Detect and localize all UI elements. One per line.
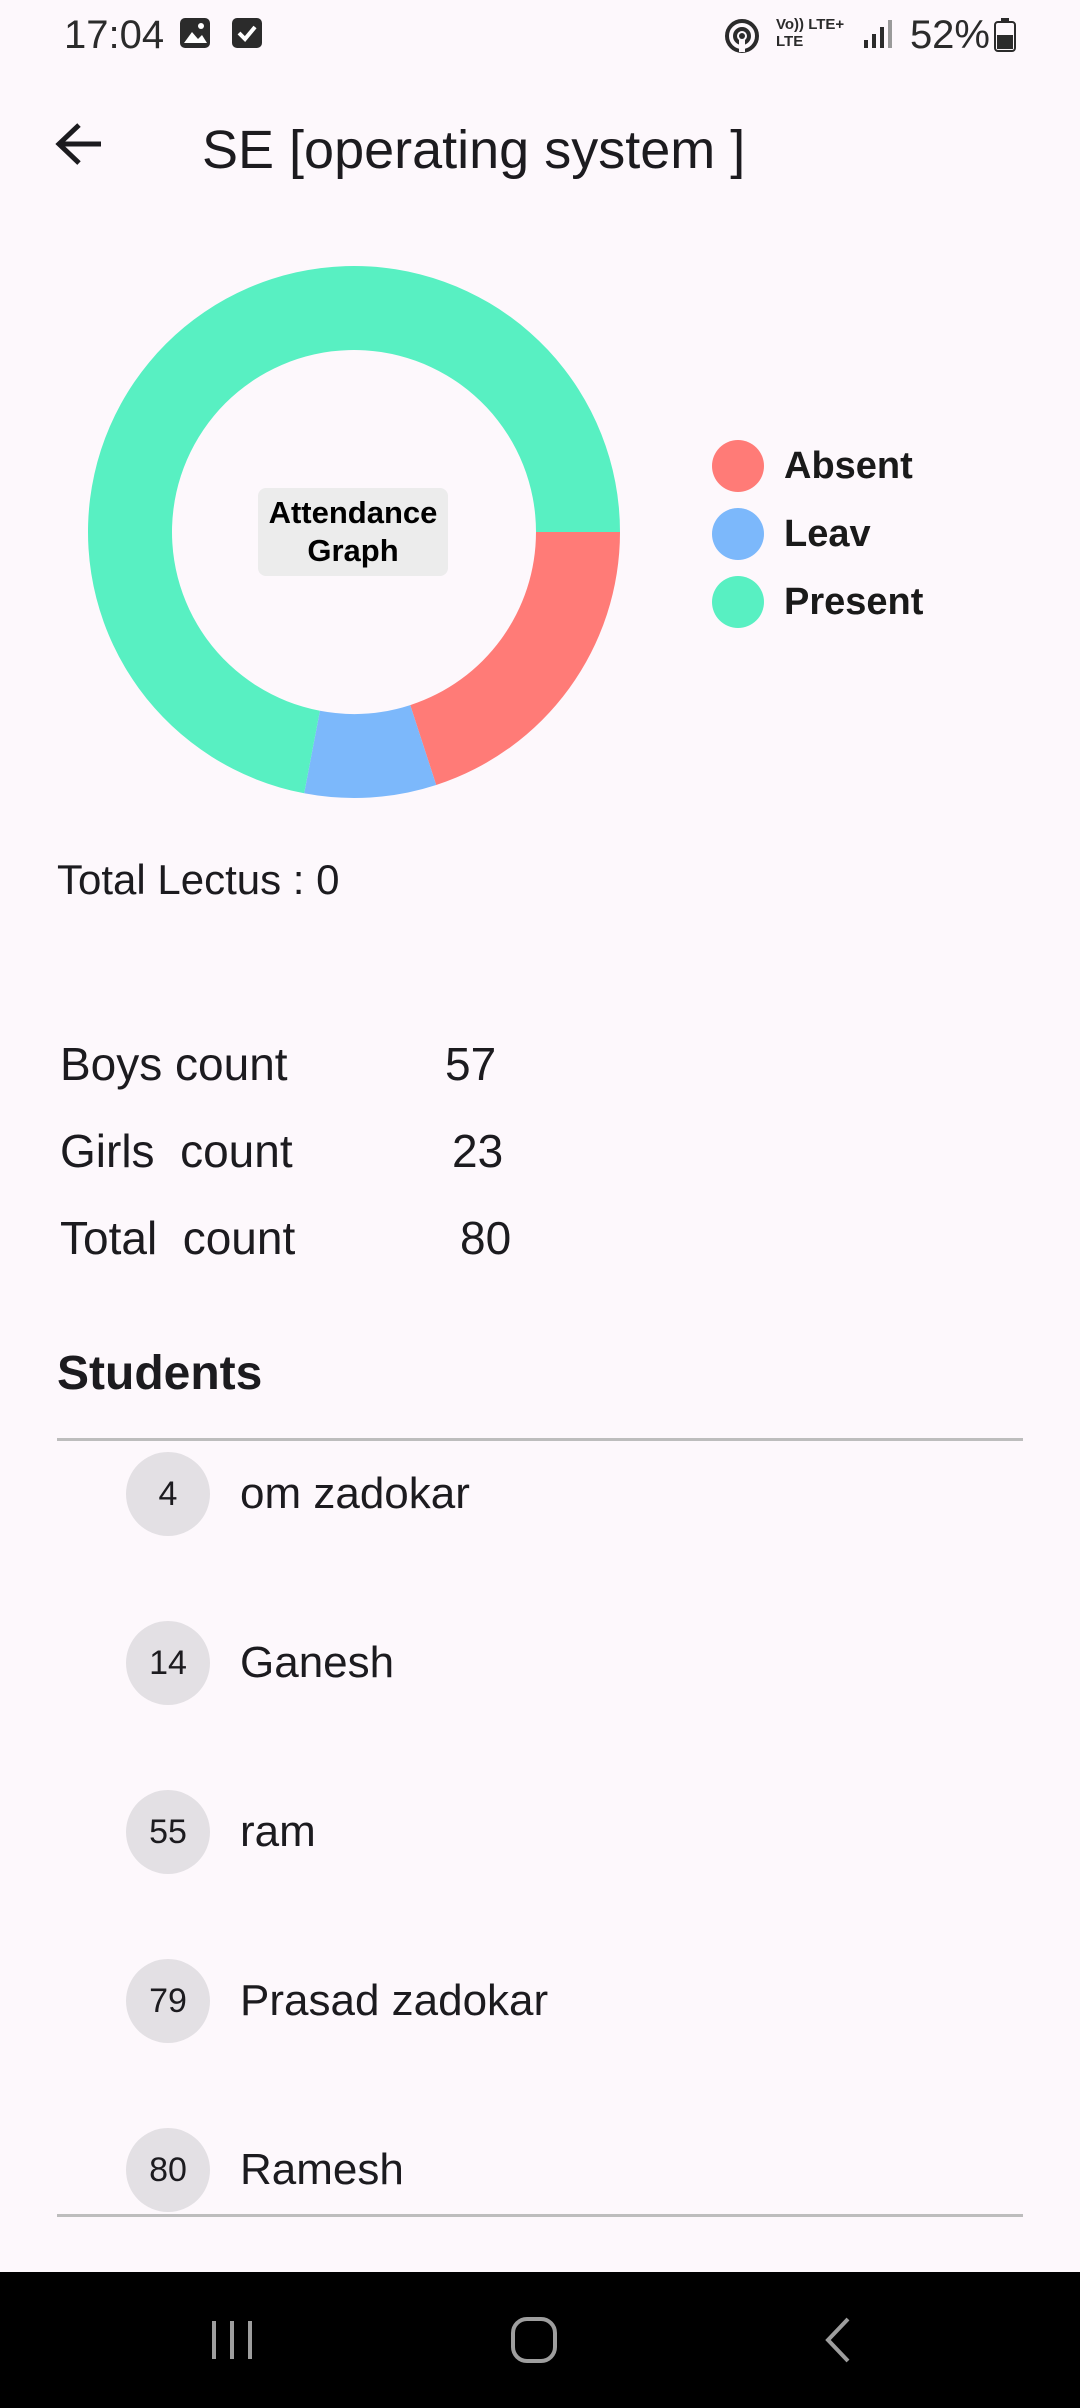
- back-button[interactable]: [44, 108, 116, 180]
- roll-number-avatar: 4: [126, 1452, 210, 1536]
- student-row[interactable]: 4 om zadokar: [57, 1444, 1023, 1544]
- legend-item-absent: Absent: [712, 432, 923, 500]
- total-count-value: 80: [460, 1212, 512, 1264]
- counts-table: Boys count 57 Girls count 23 Total count…: [60, 1030, 660, 1291]
- roll-number-avatar: 79: [126, 1959, 210, 2043]
- total-lectures: Total Lectus : 0: [57, 856, 340, 903]
- girls-count-row: Girls count 23: [60, 1117, 660, 1204]
- nav-back-button[interactable]: [778, 2300, 898, 2380]
- roll-number-avatar: 80: [126, 2128, 210, 2212]
- network-label-top: Vo)) LTE+: [776, 16, 845, 33]
- battery-icon: [994, 18, 1016, 52]
- legend-label: Leav: [784, 512, 871, 555]
- divider-bottom: [57, 2214, 1023, 2217]
- back-chevron-icon: [825, 2317, 850, 2363]
- battery-percent: 52%: [909, 13, 990, 57]
- status-notification-icons: [178, 16, 264, 50]
- legend-label: Present: [784, 580, 924, 623]
- legend-swatch: [712, 576, 764, 628]
- student-name: ram: [240, 1807, 316, 1856]
- divider-top: [57, 1438, 1023, 1441]
- legend-item-present: Present: [712, 568, 923, 636]
- roll-number-avatar: 14: [126, 1621, 210, 1705]
- hotspot-icon: [725, 19, 759, 53]
- chart-title: Attendance Graph: [258, 488, 448, 576]
- image-notification-icon: [180, 18, 210, 48]
- total-count-row: Total count 80: [60, 1204, 660, 1291]
- home-icon: [511, 2317, 557, 2363]
- legend-item-leav: Leav: [712, 500, 923, 568]
- student-name: om zadokar: [240, 1469, 470, 1518]
- legend-swatch: [712, 508, 764, 560]
- arrow-left-icon: [55, 123, 101, 165]
- chart-legend: Absent Leav Present: [712, 432, 923, 636]
- checkbox-notification-icon: [232, 18, 262, 48]
- student-name: Ramesh: [240, 2145, 404, 2194]
- student-row[interactable]: 55 ram: [57, 1782, 1023, 1882]
- student-name: Ganesh: [240, 1638, 395, 1687]
- network-label-bottom: LTE: [776, 33, 804, 50]
- student-row[interactable]: 80 Ramesh: [57, 2120, 1023, 2214]
- signal-icon: [864, 20, 892, 48]
- girls-count-label: Girls count: [60, 1125, 293, 1177]
- network-label: Vo)) LTE+ LTE: [776, 16, 844, 50]
- total-count-label: Total count: [60, 1212, 296, 1264]
- system-navigation-bar: [0, 2272, 1080, 2408]
- recents-button[interactable]: [172, 2300, 292, 2380]
- status-time: 17:04: [64, 13, 165, 57]
- legend-label: Absent: [784, 444, 913, 487]
- student-name: Prasad zadokar: [240, 1976, 549, 2025]
- home-button[interactable]: [474, 2300, 594, 2380]
- boys-count-label: Boys count: [60, 1038, 288, 1090]
- students-heading: Students: [57, 1347, 263, 1400]
- boys-count-row: Boys count 57: [60, 1030, 660, 1117]
- student-row[interactable]: 79 Prasad zadokar: [57, 1951, 1023, 2051]
- student-list[interactable]: 4 om zadokar 14 Ganesh 55 ram 79 Prasad …: [57, 1444, 1023, 2214]
- recents-icon: [212, 2321, 252, 2359]
- roll-number-avatar: 55: [126, 1790, 210, 1874]
- boys-count-value: 57: [445, 1038, 497, 1090]
- legend-swatch: [712, 440, 764, 492]
- student-row[interactable]: 14 Ganesh: [57, 1613, 1023, 1713]
- girls-count-value: 23: [452, 1125, 504, 1177]
- page-title: SE [operating system ]: [202, 120, 746, 180]
